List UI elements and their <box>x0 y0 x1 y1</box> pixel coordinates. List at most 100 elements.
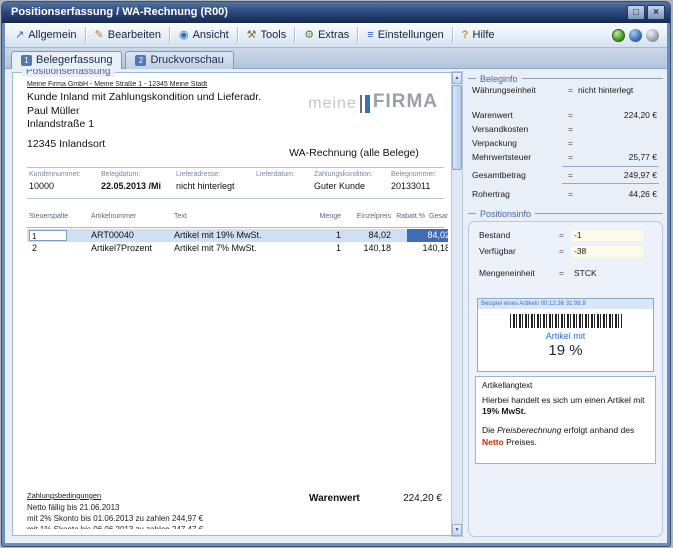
tab-belegerfassung[interactable]: 1 Belegerfassung <box>11 51 122 69</box>
help-icon: ? <box>462 30 469 41</box>
beleginfo-row: Mehrwertsteuer = 25,77 € <box>472 152 659 163</box>
title-bar[interactable]: Positionserfassung / WA-Rechnung (R00) □… <box>2 2 670 23</box>
menu-einstellungen[interactable]: ≡ Einstellungen <box>362 27 448 43</box>
info-panel: Beleginfo Währungseinheit = nicht hinter… <box>466 71 665 539</box>
toolbar-right-icons <box>612 29 662 42</box>
menu-ansicht[interactable]: ◉ Ansicht <box>174 27 234 43</box>
barcode <box>510 314 622 328</box>
row-value: 224,20 € <box>624 110 657 120</box>
field-belegnummer: Belegnummer: 20133011 <box>391 171 437 191</box>
menu-label: Extras <box>318 29 349 41</box>
menu-label: Hilfe <box>473 29 495 41</box>
field-value[interactable]: nicht hinterlegt <box>176 181 235 191</box>
col-menge: Menge <box>291 213 341 220</box>
field-value[interactable]: Guter Kunde <box>314 181 373 191</box>
beleginfo-row: Versandkosten = <box>472 124 659 135</box>
window-controls: □ × <box>627 5 665 20</box>
tab-druckvorschau[interactable]: 2 Druckvorschau <box>125 51 233 69</box>
scroll-thumb[interactable] <box>452 85 462 170</box>
equals-sign: = <box>568 138 573 148</box>
close-icon[interactable]: × <box>647 5 665 20</box>
toolbar: ↗ Allgemein ✎ Bearbeiten ◉ Ansicht ⚒ Too… <box>5 23 667 48</box>
status-icon[interactable] <box>646 29 659 42</box>
field-zahlungskondition: Zahlungskondition: Guter Kunde <box>314 171 373 191</box>
field-lieferdatum: Lieferdatum: <box>256 171 295 181</box>
company-logo: meine FIRMA <box>308 91 438 113</box>
field-value[interactable]: 20133011 <box>391 181 437 191</box>
positionsinfo-panel: Bestand = -1 Verfügbar = -38 Mengeneinhe… <box>468 221 663 537</box>
row-label: Rohertrag <box>472 189 510 199</box>
field-value[interactable]: 22.05.2013 /Mi <box>101 181 161 191</box>
col-rabatt: Rabatt.% <box>395 213 425 220</box>
table-header: Steuerspalte Artikelnummer Text Menge Ei… <box>27 213 444 226</box>
window-body: ↗ Allgemein ✎ Bearbeiten ◉ Ansicht ⚒ Too… <box>5 23 667 543</box>
positionsinfo-title: Positionsinfo <box>480 209 531 219</box>
row-label: Mengeneinheit <box>479 268 535 278</box>
cell-einzelpreis: 140,18 <box>345 242 391 255</box>
row-value: 44,26 € <box>629 189 657 199</box>
menu-bearbeiten[interactable]: ✎ Bearbeiten <box>90 27 166 43</box>
field-label: Belegdatum: <box>101 171 161 178</box>
field-label: Lieferadresse: <box>176 171 235 178</box>
cell-menge: 1 <box>291 242 341 255</box>
langtext-paragraph: Hierbei handelt es sich um einen Artikel… <box>482 395 649 417</box>
cell-gesamtbetrag: 140,18 <box>407 242 448 255</box>
scroll-up-icon[interactable]: ▲ <box>452 72 462 84</box>
row-value: nicht hinterlegt <box>578 85 633 95</box>
tab-label: Belegerfassung <box>36 54 112 66</box>
beleginfo-row: Gesamtbetrag = 249,97 € <box>472 170 659 181</box>
field-label: Lieferdatum: <box>256 171 295 178</box>
cell-einzelpreis: 84,02 <box>345 229 391 242</box>
toolbar-separator <box>85 27 87 43</box>
payment-line: mit 1% Skonto bis 06.06.2013 zu zahlen 2… <box>27 525 203 529</box>
equals-sign: = <box>559 230 564 240</box>
field-value[interactable]: 10000 <box>29 181 81 191</box>
sum-rule <box>562 183 659 184</box>
header-fields: Kundennummer: 10000 Belegdatum: 22.05.20… <box>27 167 444 199</box>
image-label: Artikel mit <box>478 331 653 341</box>
info-icon[interactable] <box>629 29 642 42</box>
toolbar-separator <box>452 27 454 43</box>
warenwert-label: Warenwert <box>309 493 360 504</box>
restore-icon[interactable]: □ <box>627 5 645 20</box>
row-label: Mehrwertsteuer <box>472 152 531 162</box>
view-icon: ◉ <box>179 30 189 41</box>
menu-label: Allgemein <box>28 29 76 41</box>
main-scrollbar[interactable]: ▲ ▼ <box>451 71 463 537</box>
beleginfo-row: Rohertrag = 44,26 € <box>472 189 659 200</box>
menu-allgemein[interactable]: ↗ Allgemein <box>10 27 82 43</box>
menu-extras[interactable]: ⚙ Extras <box>299 27 354 43</box>
menu-tools[interactable]: ⚒ Tools <box>242 27 292 43</box>
langtext-span: erfolgt anhand des <box>564 425 634 435</box>
beleginfo-title: Beleginfo <box>480 74 518 84</box>
col-steuerspalte: Steuerspalte <box>29 213 68 220</box>
app-window: Positionserfassung / WA-Rechnung (R00) □… <box>1 1 671 547</box>
table-row[interactable]: 2 Artikel7Prozent Artikel mit 7% MwSt. 1… <box>27 242 444 255</box>
equals-sign: = <box>568 124 573 134</box>
table-row[interactable]: 1 ART00040 Artikel mit 19% MwSt. 1 84,02… <box>27 229 444 242</box>
langtext-span: Die <box>482 425 495 435</box>
col-artikelnummer: Artikelnummer <box>91 213 136 220</box>
langtext-span: Preises. <box>506 437 537 447</box>
tools-icon: ⚒ <box>247 30 257 41</box>
sum-rule <box>562 166 659 167</box>
menu-hilfe[interactable]: ? Hilfe <box>457 27 500 43</box>
verfuegbar-value: -38 <box>571 246 643 257</box>
address-line: Kunde Inland mit Zahlungskondition und L… <box>27 91 261 103</box>
address-line: Paul Müller <box>27 105 80 117</box>
tax-cell-editor[interactable]: 1 <box>29 230 67 241</box>
positionsinfo-row: Mengeneinheit = STCK <box>479 268 652 280</box>
article-image: Beispiel eines Artikels 00:12:36 31:98.8… <box>477 298 654 372</box>
logo-bar-dark <box>360 95 362 113</box>
row-value: 249,97 € <box>624 170 657 180</box>
globe-icon[interactable] <box>612 29 625 42</box>
row-label: Gesamtbetrag <box>472 170 526 180</box>
toolbar-separator <box>357 27 359 43</box>
row-label: Währungseinheit <box>472 85 536 95</box>
row-value: 25,77 € <box>629 152 657 162</box>
scroll-down-icon[interactable]: ▼ <box>452 524 462 536</box>
langtext-italic: Preisberechnung <box>497 425 561 435</box>
cell-gesamtbetrag: 84,02 <box>407 229 448 242</box>
equals-sign: = <box>559 268 564 278</box>
cell-text: Artikel mit 7% MwSt. <box>174 242 257 255</box>
